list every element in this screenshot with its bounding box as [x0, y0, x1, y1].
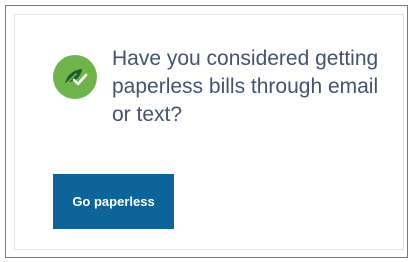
paperless-message: Have you considered getting paperless bi…	[112, 47, 379, 126]
go-paperless-button[interactable]: Go paperless	[53, 174, 174, 229]
paperless-prompt-card: Have you considered getting paperless bi…	[14, 14, 404, 250]
leaf-check-icon	[53, 55, 97, 99]
window-frame: Have you considered getting paperless bi…	[5, 5, 408, 258]
